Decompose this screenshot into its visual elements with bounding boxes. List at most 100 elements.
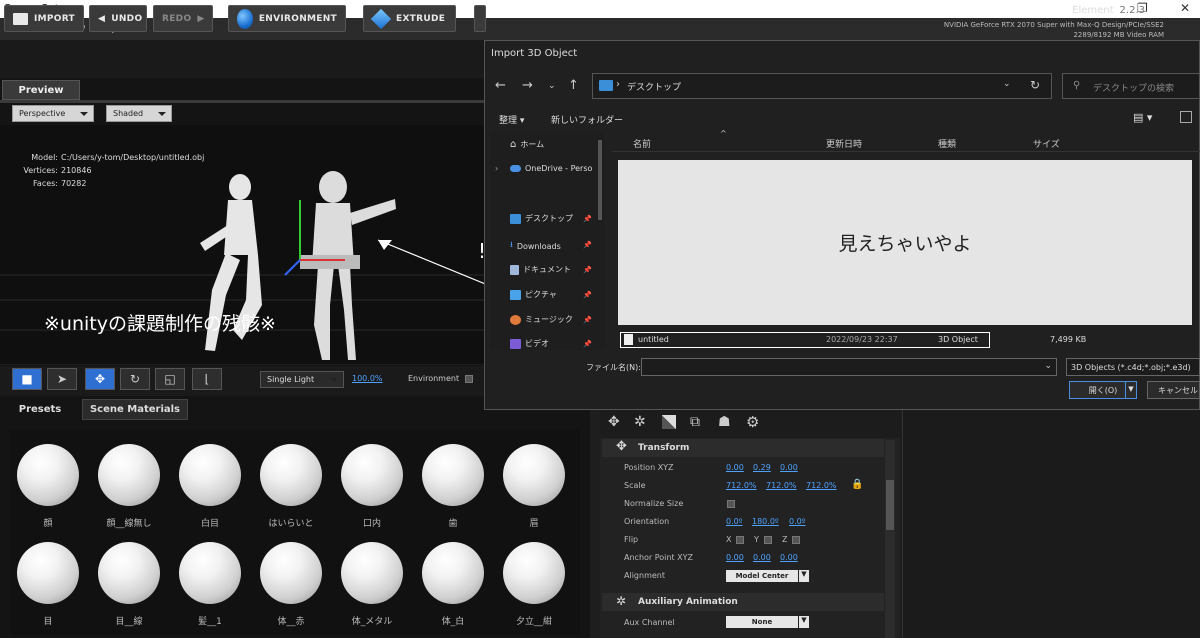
address-bar[interactable]: › デスクトップ ⌄ ↻ — [592, 73, 1052, 99]
nav-item-videos[interactable]: ビデオ — [510, 338, 549, 349]
position-x[interactable]: 0.00 — [726, 463, 744, 472]
normalize-checkbox[interactable] — [727, 500, 735, 508]
filename-input[interactable]: ⌄ — [641, 358, 1057, 376]
nav-item-music[interactable]: ミュージック — [510, 314, 573, 325]
tab-presets[interactable]: Presets — [4, 399, 76, 420]
tab-preview[interactable]: Preview — [2, 80, 80, 100]
toolbar-button-partial[interactable] — [474, 5, 486, 32]
light-intensity[interactable]: 100.0% — [352, 374, 383, 383]
undo-button[interactable]: ◀ UNDO — [89, 5, 147, 32]
environment-checkbox[interactable] — [465, 375, 473, 383]
column-type[interactable]: 種類 — [938, 137, 956, 150]
material-label: 歯 — [448, 519, 458, 529]
address-chevron-icon[interactable]: ⌄ — [1003, 79, 1011, 89]
orientation-z[interactable]: 0.0º — [789, 517, 806, 526]
aux-channel-select[interactable]: None — [726, 616, 798, 628]
nav-item-desktop[interactable]: デスクトップ — [510, 213, 573, 224]
material-item[interactable]: 体_メタル — [340, 542, 404, 627]
nav-scrollbar[interactable] — [598, 140, 602, 220]
column-size[interactable]: サイズ — [1033, 137, 1060, 150]
forward-icon[interactable]: → — [522, 78, 533, 93]
flip-z-checkbox[interactable] — [792, 536, 800, 544]
move-tool-button[interactable]: ✥ — [85, 368, 115, 390]
scale-tool-button[interactable]: ◱ — [155, 368, 185, 390]
material-item[interactable]: 目 — [16, 542, 80, 627]
camera-tool-button[interactable]: ■ — [12, 368, 42, 390]
select-tool-button[interactable]: ➤ — [47, 368, 77, 390]
position-z[interactable]: 0.00 — [780, 463, 798, 472]
nav-item-downloads[interactable]: ⭳ Downloads — [510, 239, 561, 253]
material-item[interactable]: はいらいと — [259, 444, 323, 529]
material-item[interactable]: 体__赤 — [259, 542, 323, 627]
transform-section-header[interactable]: Transform — [602, 439, 884, 457]
import-button[interactable]: IMPORT — [4, 5, 84, 32]
scrollbar-thumb[interactable] — [886, 480, 894, 530]
nav-item-onedrive[interactable]: OneDrive - Perso — [510, 164, 592, 173]
alignment-chevron-icon[interactable]: ▼ — [799, 570, 809, 582]
anchor-y[interactable]: 0.00 — [753, 553, 771, 562]
view-options-icon[interactable]: ▤ ▾ — [1133, 111, 1152, 124]
cancel-button[interactable]: キャンセル — [1147, 381, 1200, 399]
orientation-y[interactable]: 180.0º — [752, 517, 779, 526]
gear-icon[interactable]: ⚙ — [746, 413, 759, 431]
particle-icon[interactable]: ✲ — [634, 414, 646, 430]
organize-button[interactable]: 整理 ▾ — [499, 113, 524, 126]
material-item[interactable]: 目__線 — [97, 542, 161, 627]
properties-scrollbar[interactable] — [885, 440, 895, 638]
new-folder-button[interactable]: 新しいフォルダー — [551, 113, 623, 126]
material-item[interactable]: 顔__線無し — [97, 444, 161, 529]
file-row[interactable] — [620, 332, 990, 348]
scale-z[interactable]: 712.0% — [806, 481, 837, 490]
alignment-select[interactable]: Model Center — [726, 570, 798, 582]
redo-button[interactable]: REDO ▶ — [153, 5, 213, 32]
flip-x-checkbox[interactable] — [736, 536, 744, 544]
aux-chevron-icon[interactable]: ▼ — [799, 616, 809, 628]
up-icon[interactable]: ↑ — [568, 78, 579, 93]
refresh-icon[interactable]: ↻ — [1030, 78, 1040, 92]
environment-button[interactable]: ENVIRONMENT — [228, 5, 346, 32]
shading-dropdown[interactable]: Shaded — [106, 105, 172, 122]
material-item[interactable]: 体_白 — [421, 542, 485, 627]
tab-scene-materials[interactable]: Scene Materials — [82, 399, 188, 420]
aux-section-header[interactable]: Auxiliary Animation — [602, 593, 884, 611]
material-item[interactable]: 顔 — [16, 444, 80, 529]
material-item[interactable]: 白目 — [178, 444, 242, 529]
close-icon[interactable]: ✕ — [1180, 1, 1190, 15]
hat-icon[interactable]: ☗ — [718, 414, 731, 430]
material-item[interactable]: 口内 — [340, 444, 404, 529]
extrude-button[interactable]: EXTRUDE — [363, 5, 456, 32]
copy-icon[interactable]: ⧉ — [690, 414, 700, 430]
anchor-z[interactable]: 0.00 — [780, 553, 798, 562]
search-input[interactable]: ⚲ デスクトップの検索 — [1062, 73, 1200, 99]
column-name[interactable]: 名前 — [633, 137, 651, 150]
anchor-x[interactable]: 0.00 — [726, 553, 744, 562]
position-y[interactable]: 0.29 — [753, 463, 771, 472]
history-chevron-icon[interactable]: ⌄ — [548, 81, 556, 91]
material-icon[interactable] — [662, 415, 676, 429]
filename-chevron-icon[interactable]: ⌄ — [1044, 361, 1052, 371]
view-mode-dropdown[interactable]: Perspective — [12, 105, 94, 122]
rotate-tool-button[interactable]: ↻ — [120, 368, 150, 390]
nav-item-documents[interactable]: ドキュメント — [510, 264, 571, 275]
expand-chevron-icon[interactable]: › — [495, 164, 498, 173]
material-item[interactable]: 夕立__紺 — [502, 542, 566, 627]
nav-item-pictures[interactable]: ピクチャ — [510, 289, 557, 300]
orientation-x[interactable]: 0.0º — [726, 517, 743, 526]
material-item[interactable]: 歯 — [421, 444, 485, 529]
scale-x[interactable]: 712.0% — [726, 481, 757, 490]
move-icon[interactable]: ✥ — [608, 414, 620, 430]
scale-y[interactable]: 712.0% — [766, 481, 797, 490]
material-item[interactable]: 髪__1 — [178, 542, 242, 627]
flip-y-checkbox[interactable] — [764, 536, 772, 544]
preview-pane-icon[interactable] — [1180, 111, 1192, 123]
axis-tool-button[interactable]: ⌊ — [192, 368, 222, 390]
light-dropdown[interactable]: Single Light — [260, 371, 344, 388]
material-item[interactable]: 眉 — [502, 444, 566, 529]
address-path: デスクトップ — [627, 83, 682, 93]
lock-icon[interactable]: 🔒 — [851, 479, 863, 490]
filetype-select[interactable]: 3D Objects (*.c4d;*.obj;*.e3d) — [1066, 358, 1200, 376]
back-icon[interactable]: ← — [495, 78, 506, 93]
column-date[interactable]: 更新日時 — [826, 137, 862, 150]
nav-item-home[interactable]: ⌂ ホーム — [510, 139, 544, 150]
open-dropdown-icon[interactable]: ▼ — [1125, 382, 1136, 398]
